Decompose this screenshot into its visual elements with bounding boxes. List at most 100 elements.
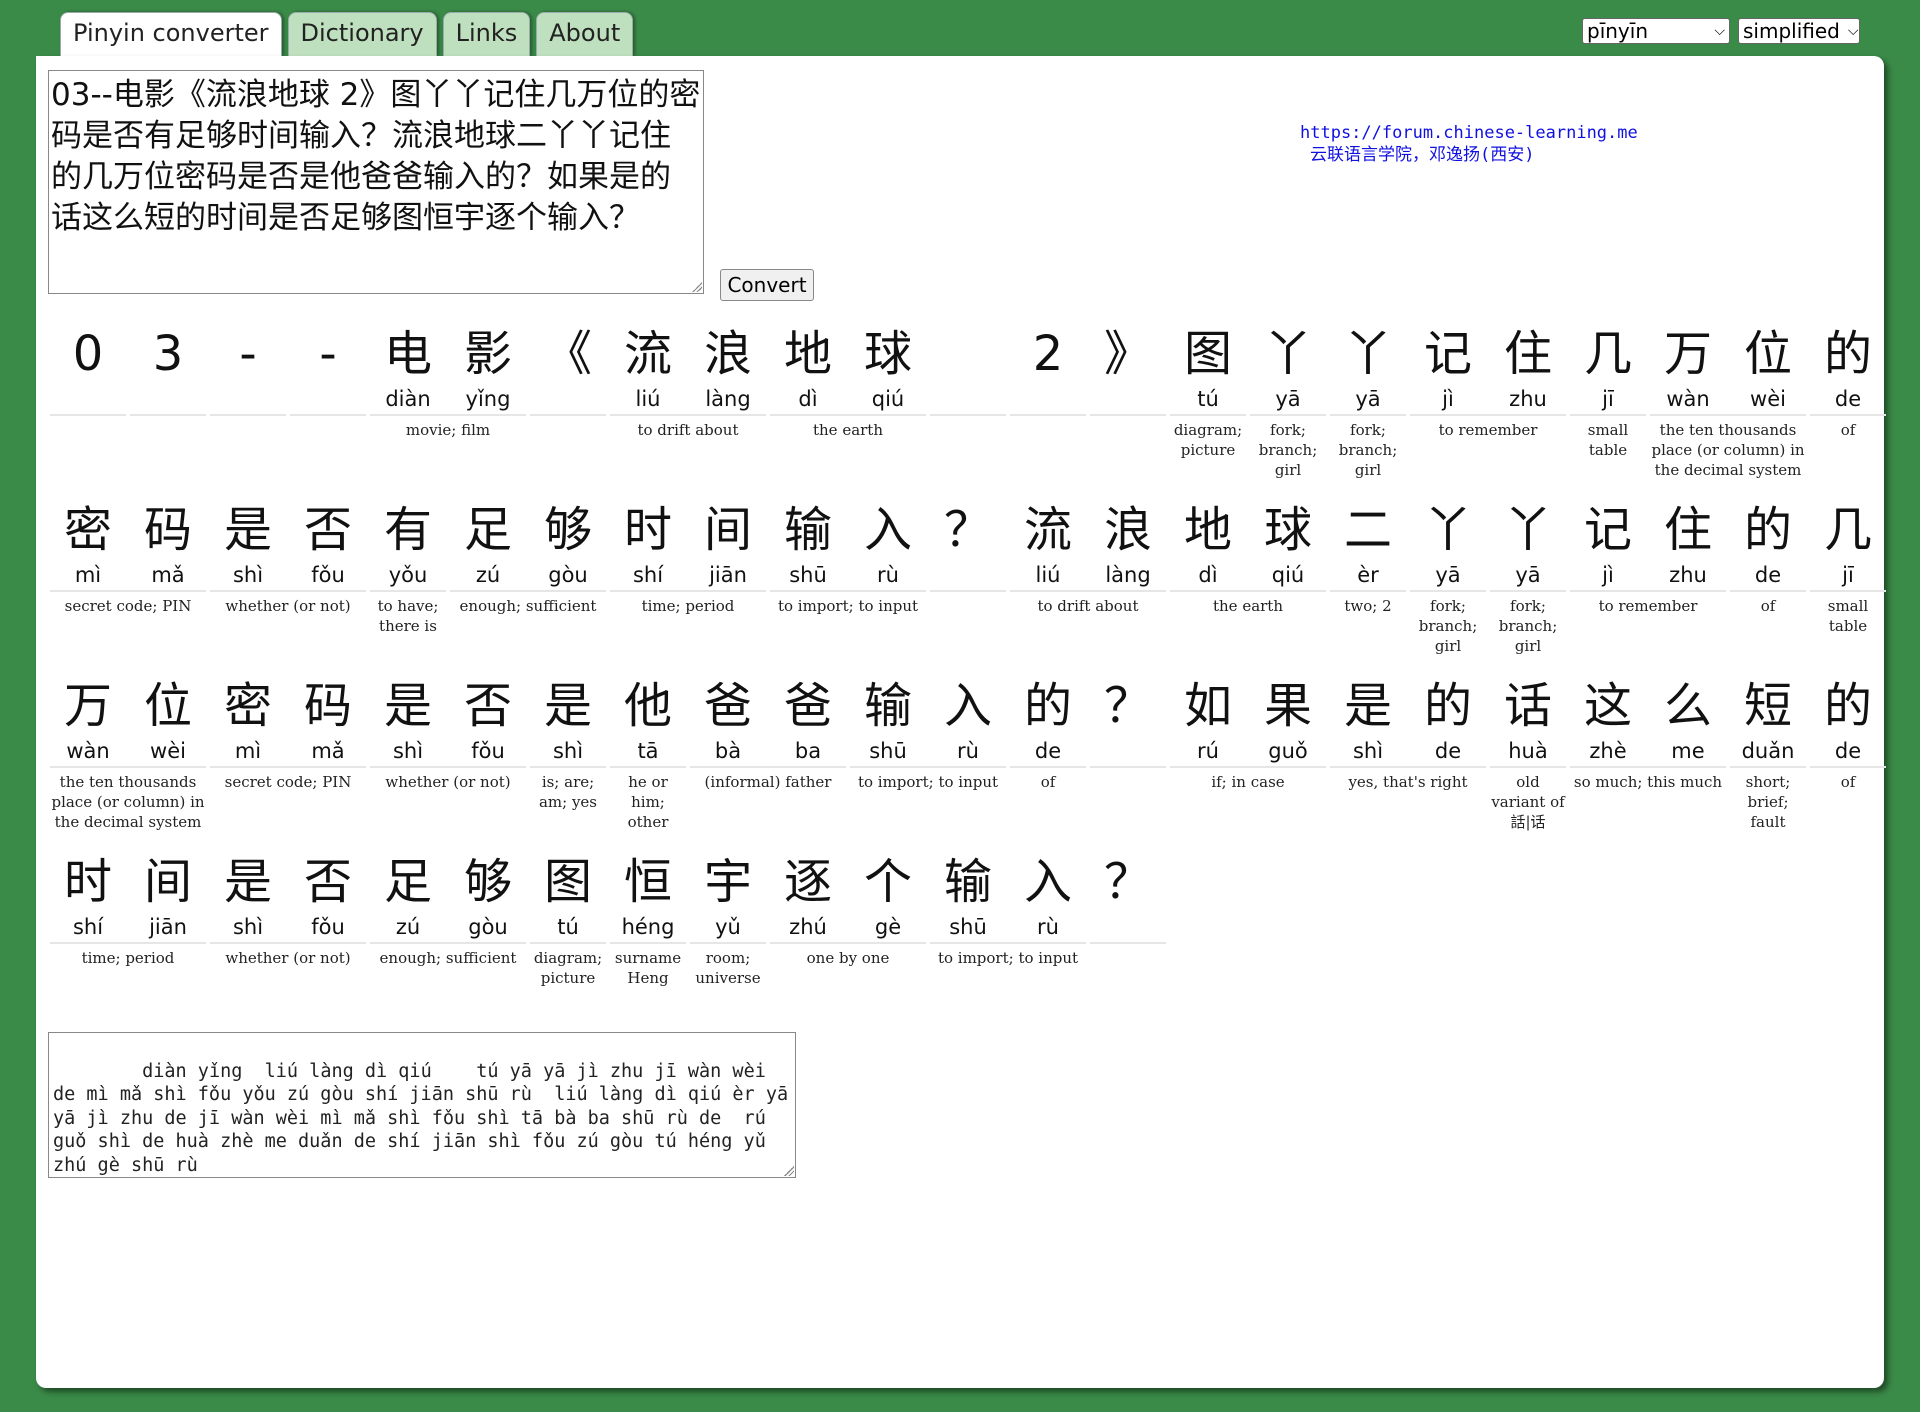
tab-pinyin-converter[interactable]: Pinyin converter [60,12,282,56]
char-cell: 爸 bà [690,674,766,764]
word-underline [1010,766,1086,768]
pinyin-syllable [290,386,366,412]
word-underline [610,414,766,416]
char-cell: 《 [530,322,606,412]
pinyin-output-textarea[interactable]: diàn yǐng liú làng dì qiú tú yā yā jì zh… [48,1032,796,1178]
tab-about[interactable]: About [536,12,634,56]
char-cell: 入 rù [850,498,926,588]
pinyin-syllable: de [1834,739,1862,763]
hanzi-char: 输 [943,854,992,910]
pinyin-syllable [1090,386,1166,412]
hanzi-char: 入 [943,678,992,734]
char-cell: 的 de [1010,674,1086,764]
hanzi-char: 住 [1503,326,1552,382]
forum-link[interactable]: https://forum.chinese-learning.me [1300,122,1638,144]
char-cell: 恒 héng [610,850,686,940]
resize-handle-icon[interactable] [692,282,702,292]
hanzi-char: 码 [143,502,192,558]
pinyin-syllable: rù [877,563,899,587]
hanzi-char: 图 [1183,326,1232,382]
tab-dictionary[interactable]: Dictionary [287,12,437,56]
hanzi-char: 恒 [623,854,672,910]
char-cell: 够 gòu [530,498,606,588]
word-underline [370,590,446,592]
pinyin-syllable: làng [1105,563,1151,587]
hanzi-char: 如 [1183,678,1232,734]
pinyin-syllable: shū [949,915,987,939]
pinyin-syllable: de [1034,739,1062,763]
char-cell: 》 [1090,322,1166,412]
word-underline [1330,414,1406,416]
pinyin-syllable: liú [635,387,661,411]
char-cell: 球 qiú [1250,498,1326,588]
hanzi-char: 记 [1583,502,1632,558]
hanzi-char: 《 [543,326,592,382]
word-underline [130,414,206,416]
hanzi-char: 球 [1263,502,1312,558]
convert-button[interactable]: Convert [720,269,814,301]
resize-handle-icon[interactable] [784,1166,794,1176]
pinyin-syllable: rù [1037,915,1059,939]
char-cell: 爸 ba [770,674,846,764]
hanzi-char: 的 [1023,678,1072,734]
word-gloss: the earth [812,421,883,439]
char-cell: 他 tā [610,674,686,764]
hanzi-char: 0 [72,326,104,382]
char-cell: 几 jī [1570,322,1646,412]
word-gloss: fork; branch; girl [1498,597,1558,655]
pinyin-syllable: de [1834,387,1862,411]
pinyin-syllable [930,562,1006,588]
pinyin-syllable: guǒ [1268,739,1308,763]
word-underline [1570,414,1646,416]
hanzi-char: - [239,326,257,382]
word-gloss: yes, that's right [1348,773,1468,791]
hanzi-char: 二 [1343,502,1392,558]
pinyin-syllable: mì [74,563,102,587]
hanzi-char: 浪 [703,326,752,382]
word-gloss: so much; this much [1573,773,1723,791]
chevron-down-icon: ⌵ [1714,23,1725,39]
char-cell: 足 zú [370,850,446,940]
word-gloss: small table [1587,421,1629,459]
char-cell: 万 wàn [1650,322,1726,412]
hanzi-char: 宇 [703,854,752,910]
pinyin-syllable: gòu [468,915,508,939]
hanzi-char: 入 [863,502,912,558]
char-cell: 入 rù [930,674,1006,764]
pinyin-syllable: fǒu [471,739,505,763]
char-cell: 是 shì [1330,674,1406,764]
char-cell: 的 de [1730,498,1806,588]
hanzi-char: 几 [1823,502,1872,558]
word-gloss: to remember [1438,421,1538,439]
tab-links[interactable]: Links [442,12,531,56]
chinese-input-textarea[interactable]: 03--电影《流浪地球 2》图丫丫记住几万位的密码是否有足够时间输入？流浪地球二… [48,70,704,294]
tone-mode-select[interactable]: pīnyīn ⌵ [1582,18,1730,44]
pinyin-syllable: rú [1197,739,1219,763]
hanzi-char: 位 [143,678,192,734]
word-underline [530,766,606,768]
hanzi-char: 浪 [1103,502,1152,558]
word-gloss: is; are; am; yes [538,773,598,811]
converter-panel: 03--电影《流浪地球 2》图丫丫记住几万位的密码是否有足够时间输入？流浪地球二… [36,56,1886,1388]
hanzi-char: 图 [543,854,592,910]
word-underline [530,942,606,944]
char-cell: 否 fǒu [290,850,366,940]
hanzi-char: 影 [463,326,512,382]
word-underline [1090,942,1166,944]
pinyin-syllable: yǒu [388,563,428,587]
char-cell: 位 wèi [1730,322,1806,412]
word-gloss: of [1760,597,1776,615]
hanzi-char: 是 [1343,678,1392,734]
script-value: simplified [1743,19,1840,43]
credit-block: https://forum.chinese-learning.me 云联语言学院… [1300,122,1638,166]
script-select[interactable]: simplified ⌵ [1738,18,1860,44]
word-underline [1810,766,1886,768]
char-cell: 如 rú [1170,674,1246,764]
word-gloss: whether (or not) [385,773,511,791]
char-cell: 浪 làng [1090,498,1166,588]
pinyin-syllable: rù [957,739,979,763]
word-gloss: old variant of 話|话 [1491,773,1565,831]
pinyin-syllable: wàn [1666,387,1710,411]
word-underline [1730,766,1806,768]
char-cell: 是 shì [210,850,286,940]
